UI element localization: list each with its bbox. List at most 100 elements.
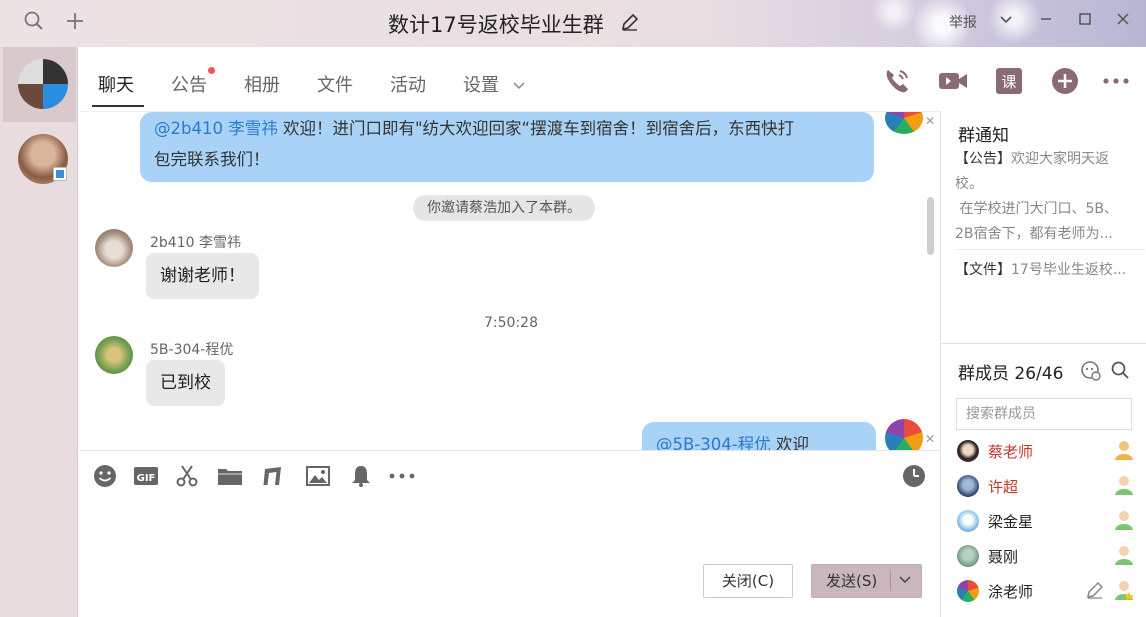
notice-text-line: 在学校进门大门口、5B、: [955, 201, 1118, 217]
member-search-icon[interactable]: [1110, 360, 1130, 384]
send-options-chevron-icon[interactable]: [897, 566, 913, 598]
my-avatar[interactable]: [885, 419, 923, 450]
add-icon[interactable]: [62, 10, 88, 36]
member-name: 许超: [988, 478, 1019, 496]
conversation-item[interactable]: [3, 127, 76, 197]
chevron-down-icon[interactable]: [994, 10, 1018, 34]
member-row[interactable]: 涂老师: [957, 576, 1137, 606]
member-role-icon: [1113, 474, 1135, 496]
file-tag: 【文件】: [955, 262, 1011, 278]
owner-role-icon: [1113, 579, 1135, 601]
settings-chevron-down-icon[interactable]: [512, 77, 526, 96]
member-row[interactable]: 许超: [957, 471, 1137, 501]
tab-album[interactable]: 相册: [244, 71, 280, 97]
conversation-item-selected[interactable]: [3, 47, 76, 122]
sender-avatar[interactable]: [95, 336, 133, 374]
tab-bar: [79, 47, 1146, 111]
message-text: 包完联系我们！: [154, 150, 270, 169]
emoji-icon[interactable]: [93, 464, 119, 488]
mention-link[interactable]: @2b410 李雪祎: [154, 119, 278, 138]
edit-member-pencil-icon[interactable]: [1085, 580, 1105, 604]
tab-settings[interactable]: 设置: [463, 71, 499, 97]
send-button[interactable]: 发送(S): [811, 564, 922, 598]
image-icon[interactable]: [305, 464, 331, 488]
voice-call-icon[interactable]: [882, 66, 912, 96]
system-notification: 你邀请蔡浩加入了本群。: [413, 195, 595, 221]
close-button[interactable]: 关闭(C): [703, 564, 793, 598]
screenshot-scissors-icon[interactable]: [175, 464, 201, 488]
message-bubble-outgoing: @5B-304-程优 欢迎: [642, 422, 876, 450]
close-icon[interactable]: ✕: [925, 432, 935, 446]
member-name: 梁金星: [988, 513, 1034, 531]
member-role-icon: [1113, 544, 1135, 566]
music-icon[interactable]: [260, 464, 286, 488]
edit-title-icon[interactable]: [620, 12, 640, 32]
folder-icon[interactable]: [217, 464, 243, 488]
notice-content[interactable]: 【公告】欢迎大家明天返 校。 在学校进门大门口、5B、 2B宿舍下，都有老师为.…: [955, 147, 1135, 247]
close-icon[interactable]: ✕: [925, 114, 935, 128]
message-bubble-outgoing: @2b410 李雪祎 欢迎！进门口即有"纺大欢迎回家“摆渡车到宿舍！到宿舍后，东…: [140, 112, 874, 182]
notice-text-line: 欢迎大家明天返: [1011, 151, 1109, 167]
member-name: 涂老师: [988, 583, 1034, 601]
member-row[interactable]: 蔡老师: [957, 436, 1137, 466]
title-bar: 数计17号返校毕业生群 举报: [0, 0, 1146, 60]
member-name: 聂刚: [988, 548, 1019, 566]
class-icon[interactable]: 课: [995, 66, 1025, 96]
member-avatar: [957, 545, 979, 567]
message-input[interactable]: 关闭(C) 发送(S): [79, 500, 940, 617]
bell-icon[interactable]: [349, 464, 375, 488]
member-row[interactable]: 聂刚: [957, 541, 1137, 571]
more-apps-plus-icon[interactable]: [1050, 66, 1080, 96]
video-call-icon[interactable]: [937, 66, 967, 96]
report-button[interactable]: 举报: [949, 12, 977, 32]
tab-announcement[interactable]: 公告: [171, 71, 207, 97]
gif-icon[interactable]: GIF: [133, 464, 159, 488]
sender-name: 2b410 李雪祎: [150, 235, 241, 251]
group-info-panel: 群通知 【公告】欢迎大家明天返 校。 在学校进门大门口、5B、 2B宿舍下，都有…: [940, 111, 1146, 617]
search-icon[interactable]: [21, 10, 47, 36]
minimize-button[interactable]: [1034, 10, 1058, 34]
member-avatar: [957, 510, 979, 532]
chat-message-area[interactable]: @2b410 李雪祎 欢迎！进门口即有"纺大欢迎回家“摆渡车到宿舍！到宿舍后，东…: [79, 111, 940, 450]
send-button-separator: [890, 571, 891, 591]
more-options-icon[interactable]: [1101, 66, 1131, 96]
message-text: 欢迎！进门口即有"纺大欢迎回家“摆渡车到宿舍！到宿舍后，东西快打: [277, 119, 795, 138]
tab-activities[interactable]: 活动: [390, 71, 426, 97]
member-avatar: [957, 440, 979, 462]
member-avatar: [957, 475, 979, 497]
tab-chat[interactable]: 聊天: [98, 71, 134, 97]
member-role-icon: [1113, 509, 1135, 531]
input-toolbar: GIF: [79, 450, 940, 500]
maximize-button[interactable]: [1073, 10, 1097, 34]
mention-link[interactable]: @5B-304-程优: [656, 435, 771, 450]
sender-avatar[interactable]: [95, 229, 133, 267]
more-tools-icon[interactable]: [388, 464, 415, 488]
conversation-sidebar: [0, 47, 78, 617]
message-text: 欢迎: [770, 435, 809, 450]
file-name: 17号毕业生返校...: [1011, 262, 1127, 278]
member-row[interactable]: 梁金星: [957, 506, 1137, 536]
member-name: 蔡老师: [988, 443, 1034, 461]
admin-role-icon: [1113, 439, 1135, 461]
svg-text:GIF: GIF: [137, 473, 156, 484]
member-settings-icon[interactable]: [1080, 360, 1102, 386]
notice-text-line: 2B宿舍下，都有老师为...: [955, 226, 1113, 242]
notice-text-line: 校。: [955, 176, 983, 192]
notice-tag: 【公告】: [955, 151, 1011, 167]
notification-dot: [208, 67, 215, 74]
message-bubble-incoming: 已到校: [146, 360, 225, 406]
file-notice[interactable]: 【文件】17号毕业生返校...: [955, 258, 1145, 283]
history-clock-icon[interactable]: [902, 464, 928, 488]
chat-scrollbar[interactable]: [927, 197, 934, 255]
member-avatar: [957, 580, 979, 602]
active-tab-indicator: [92, 105, 144, 107]
tab-files[interactable]: 文件: [317, 71, 353, 97]
window-title: 数计17号返校毕业生群: [388, 13, 604, 37]
members-title: 群成员 26/46: [958, 364, 1064, 384]
close-window-button[interactable]: [1111, 10, 1135, 34]
group-avatar: [18, 59, 68, 109]
message-timestamp: 7:50:28: [484, 315, 538, 331]
my-avatar[interactable]: [885, 112, 923, 134]
panel-divider: [941, 343, 1146, 344]
member-search-input[interactable]: 搜索群成员: [956, 398, 1132, 430]
